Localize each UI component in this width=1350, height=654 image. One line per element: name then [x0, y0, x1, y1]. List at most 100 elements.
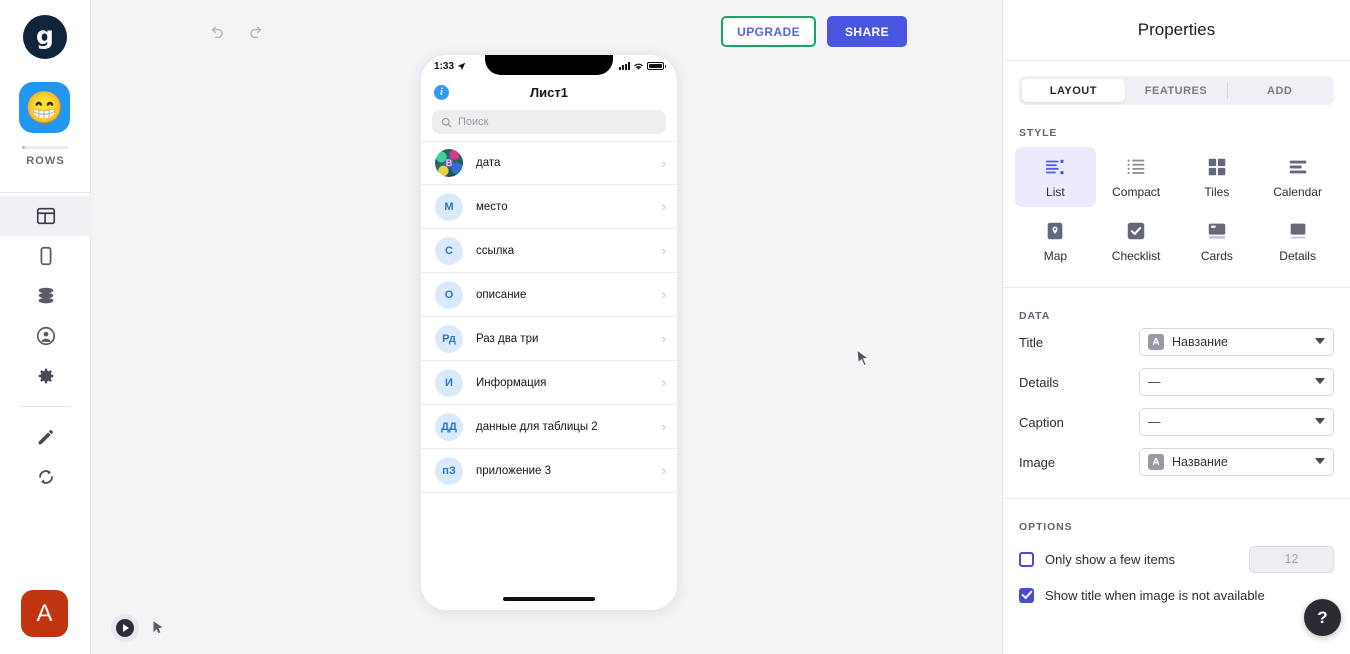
cards-icon — [1206, 220, 1228, 242]
pencil-icon — [38, 430, 53, 445]
data-section-header: DATA — [1019, 310, 1051, 322]
sidebar-item-data[interactable] — [0, 276, 91, 316]
properties-panel: Properties LAYOUT FEATURES ADD STYLE Lis… — [1003, 0, 1350, 654]
section-divider-1 — [1003, 287, 1350, 288]
sidebar-item-refresh[interactable] — [0, 457, 91, 497]
list-item-label: Раз два три — [476, 332, 539, 345]
calendar-icon — [1287, 156, 1309, 178]
compact-icon — [1125, 156, 1147, 178]
style-option-label: List — [1046, 185, 1065, 199]
share-button[interactable]: SHARE — [826, 16, 907, 47]
style-option-list[interactable]: List — [1015, 147, 1096, 207]
field-select-title[interactable]: A Навзание — [1139, 328, 1334, 356]
style-option-label: Details — [1279, 249, 1316, 263]
list-item-initials: О — [435, 280, 463, 309]
select-tool-icon[interactable] — [149, 619, 167, 637]
style-option-label: Map — [1043, 249, 1068, 263]
list-item[interactable]: Вдата › — [421, 141, 677, 185]
sidebar-item-screens[interactable] — [0, 236, 91, 276]
style-option-details[interactable]: Details — [1257, 211, 1338, 271]
status-time: 1:33 — [434, 60, 455, 72]
preview-play-button[interactable] — [111, 614, 139, 642]
options-list: Only show a few items 12 Show title when… — [1003, 541, 1350, 613]
canvas: UPGRADE SHARE 1:33 i Лист1 Поиск В дата … — [91, 0, 1003, 654]
tab-layout[interactable]: LAYOUT — [1022, 79, 1125, 102]
style-option-map[interactable]: Map — [1015, 211, 1096, 271]
list-item[interactable]: пЗ приложение 3 › — [421, 449, 677, 493]
style-option-label: Calendar — [1273, 185, 1322, 199]
field-label: Image — [1019, 454, 1056, 470]
list-item[interactable]: И Информация › — [421, 361, 677, 405]
search-icon — [441, 117, 452, 127]
list-item[interactable]: Сссылка › — [421, 229, 677, 273]
upgrade-button[interactable]: UPGRADE — [721, 16, 816, 47]
app-tile-icon[interactable]: 😁 — [19, 82, 70, 133]
redo-icon — [249, 26, 261, 38]
field-select-value: — — [1148, 375, 1160, 389]
sidebar-item-layout[interactable] — [0, 196, 91, 236]
option-only-show-few-items: Only show a few items 12 — [1019, 541, 1334, 577]
chevron-right-icon: › — [661, 243, 666, 258]
list-item-label: описание — [476, 288, 527, 301]
style-option-label: Tiles — [1204, 185, 1230, 199]
style-option-compact[interactable]: Compact — [1096, 147, 1177, 207]
layout-icon — [36, 207, 55, 225]
style-option-calendar[interactable]: Calendar — [1257, 147, 1338, 207]
list-item[interactable]: Оописание › — [421, 273, 677, 317]
help-button[interactable]: ? — [1304, 599, 1341, 636]
top-actions: UPGRADE SHARE — [721, 16, 907, 47]
field-select-value: Название — [1172, 455, 1228, 469]
style-options-grid: List Compact Tiles Calendar Map Checklist Card… — [1015, 147, 1338, 271]
sidebar-item-users[interactable] — [0, 316, 91, 356]
field-select-details[interactable]: — — [1139, 368, 1334, 396]
list-item-initials: И — [435, 368, 463, 397]
chevron-down-icon — [1315, 417, 1325, 427]
avatar[interactable]: A — [21, 590, 68, 637]
style-option-tiles[interactable]: Tiles — [1177, 147, 1258, 207]
sidebar-item-settings[interactable] — [0, 356, 91, 396]
details-icon — [1287, 220, 1309, 242]
list-item-image: В — [435, 149, 463, 177]
style-option-cards[interactable]: Cards — [1177, 211, 1258, 271]
style-option-label: Cards — [1200, 249, 1233, 263]
field-label: Caption — [1019, 414, 1064, 430]
chevron-right-icon: › — [661, 375, 666, 390]
rail-divider — [0, 192, 91, 193]
only-show-few-items-checkbox[interactable] — [1019, 551, 1034, 567]
redo-button[interactable] — [243, 20, 269, 46]
checklist-icon — [1125, 220, 1147, 242]
phone-status-bar: 1:33 — [421, 55, 677, 77]
undo-button[interactable] — [203, 20, 229, 46]
phone-search-field[interactable]: Поиск — [432, 110, 666, 134]
field-row-caption: Caption — — [1019, 402, 1334, 442]
tab-add[interactable]: ADD — [1228, 79, 1331, 102]
sidebar-item-design[interactable] — [0, 417, 91, 457]
field-select-image[interactable]: A Название — [1139, 448, 1334, 476]
list-item-initials: С — [435, 236, 463, 265]
chevron-right-icon: › — [661, 419, 666, 434]
left-rail: g 😁 ROWS A — [0, 0, 91, 654]
avatar-letter: A — [36, 599, 53, 627]
list-item[interactable]: Мместо › — [421, 185, 677, 229]
list-item-label: Информация — [476, 376, 547, 389]
tab-features[interactable]: FEATURES — [1125, 79, 1228, 102]
field-select-value: Навзание — [1172, 335, 1228, 349]
style-section-header: STYLE — [1019, 127, 1058, 139]
few-items-count-input[interactable]: 12 — [1249, 545, 1334, 573]
brand-logo[interactable]: g — [23, 15, 67, 59]
chevron-down-icon — [1315, 457, 1325, 467]
data-fields: Title A Навзание Details — Caption — Image A Назв… — [1003, 322, 1350, 482]
style-option-checklist[interactable]: Checklist — [1096, 211, 1177, 271]
users-icon — [36, 326, 55, 346]
options-section-header: OPTIONS — [1019, 521, 1073, 533]
show-title-no-image-checkbox[interactable] — [1019, 587, 1034, 603]
list-item[interactable]: ДД данные для таблицы 2 › — [421, 405, 677, 449]
list-item[interactable]: Рд Раз два три › — [421, 317, 677, 361]
style-option-label: Checklist — [1111, 249, 1161, 263]
field-select-caption[interactable]: — — [1139, 408, 1334, 436]
list-item-label: приложение 3 — [476, 464, 552, 477]
rail-scrollbar[interactable] — [22, 146, 68, 149]
chevron-right-icon: › — [661, 331, 666, 346]
field-row-image: Image A Название — [1019, 442, 1334, 482]
refresh-icon — [38, 470, 53, 484]
